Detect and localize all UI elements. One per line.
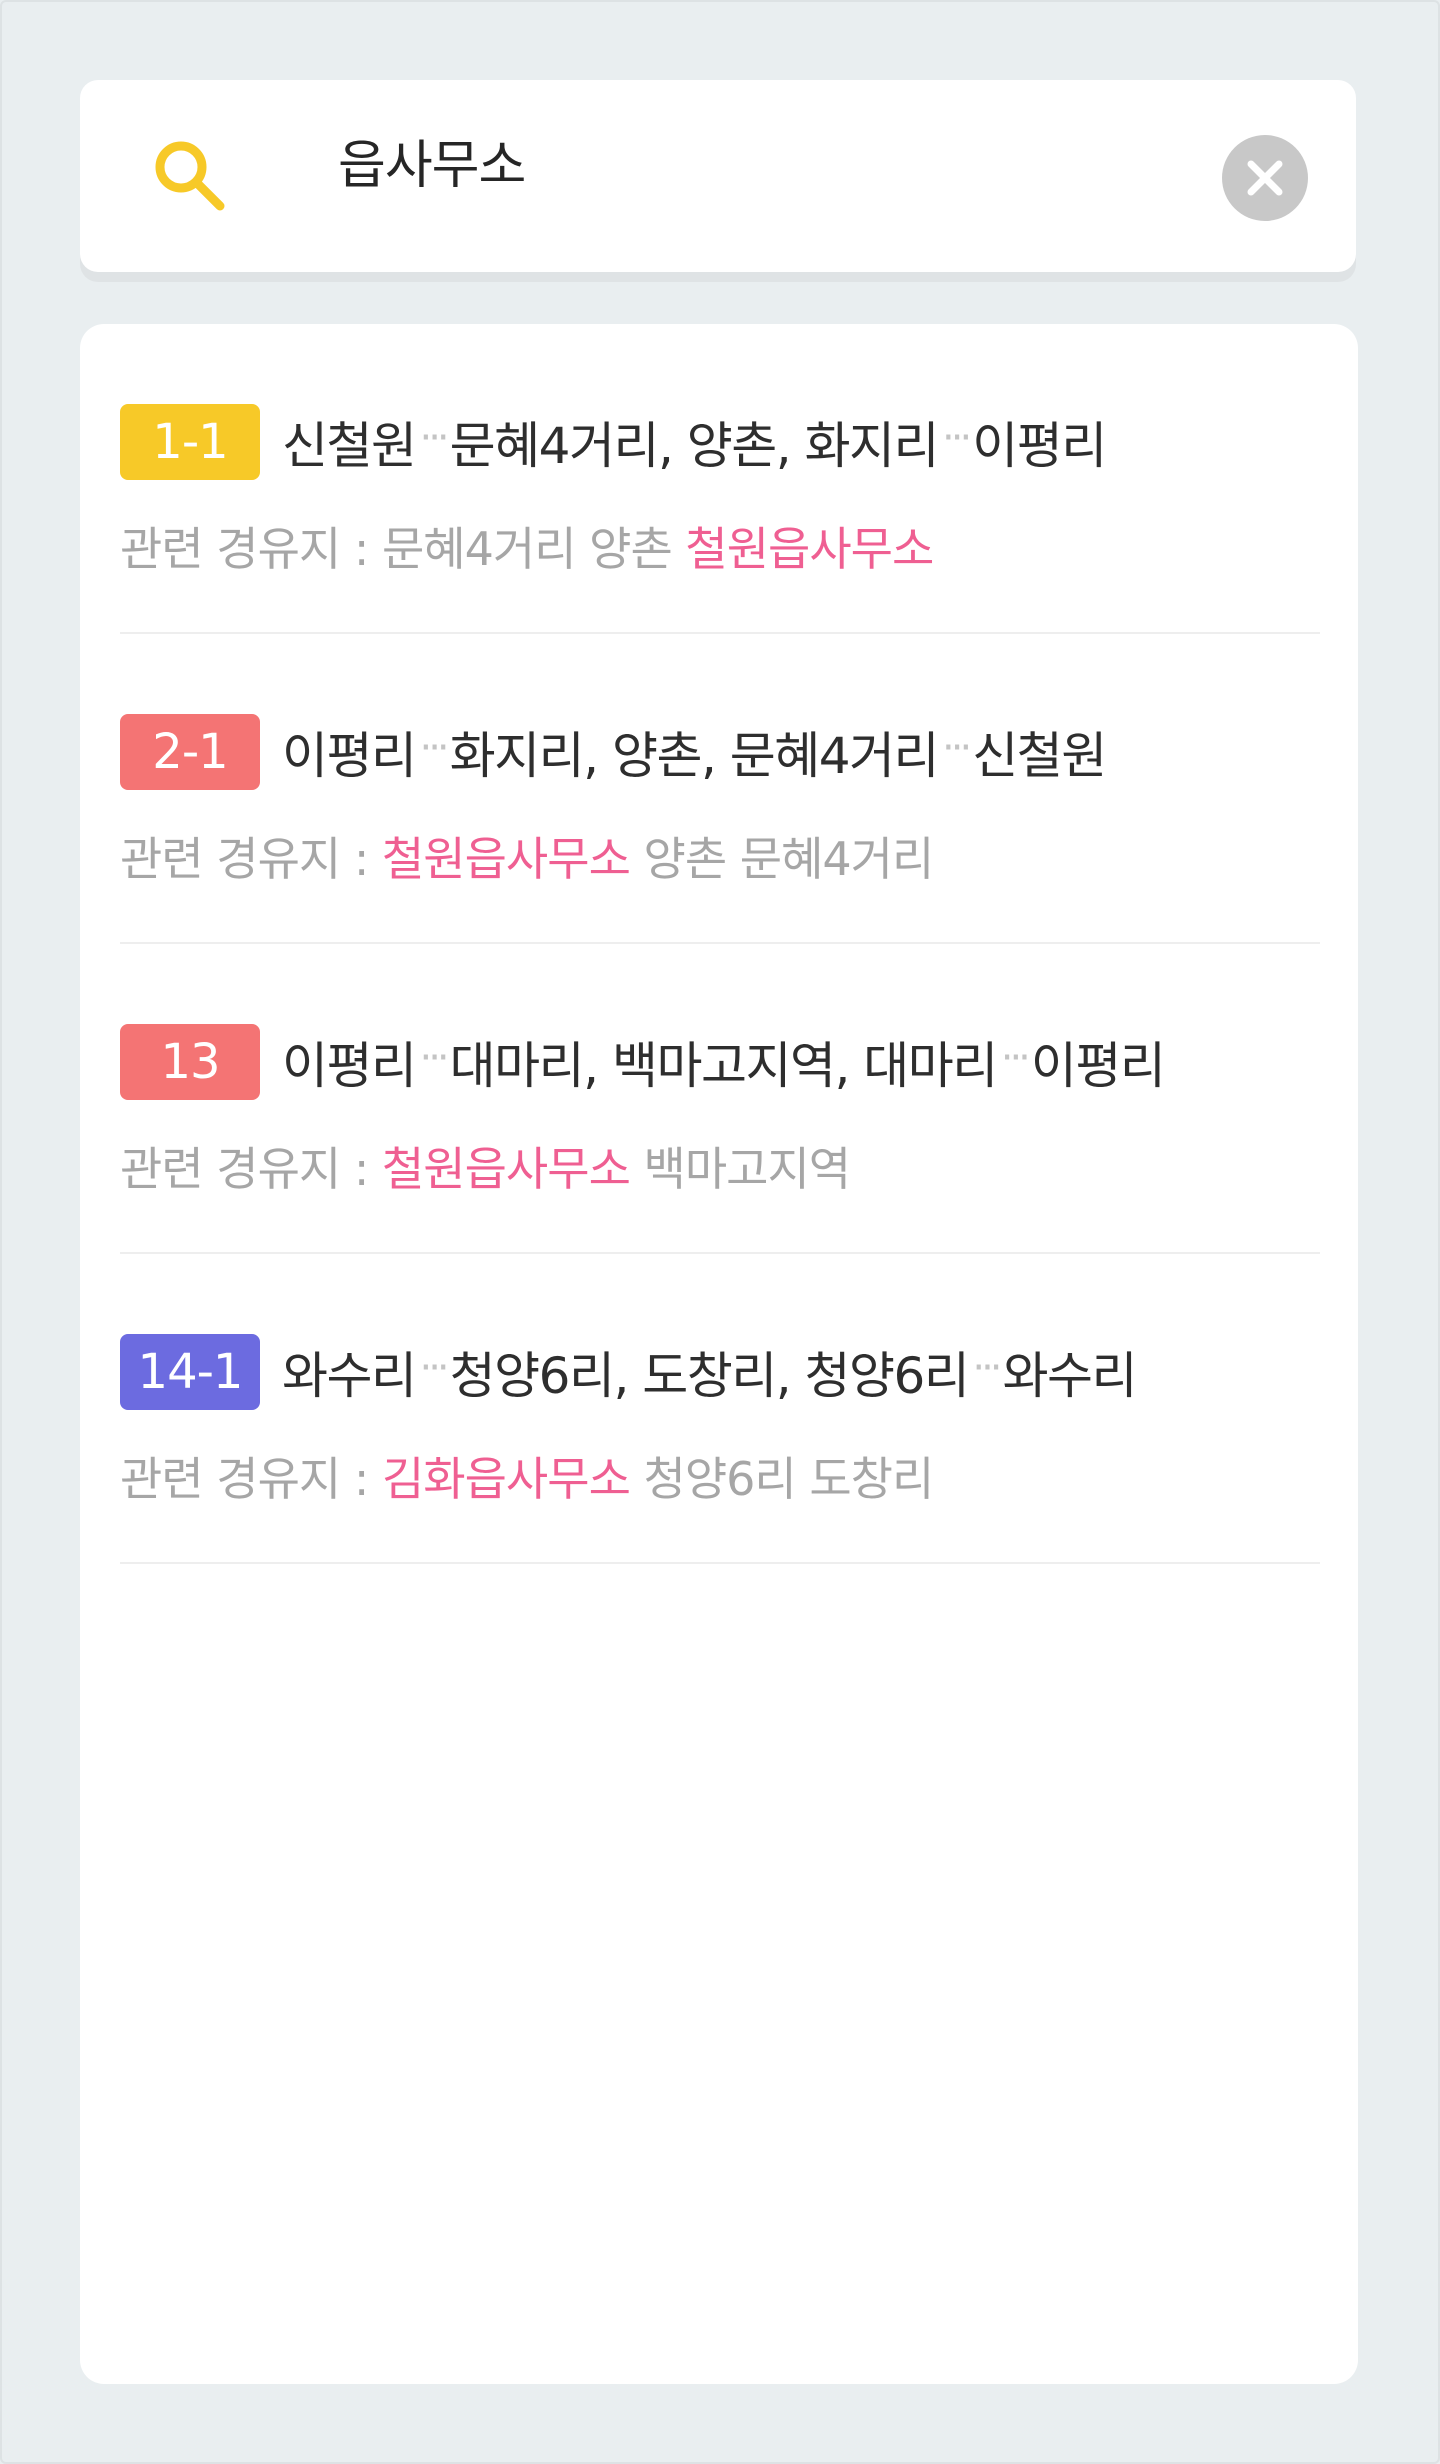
separator-dots: ···	[419, 415, 450, 461]
route-number-badge: 1-1	[120, 404, 260, 480]
route-via-stops: 대마리, 백마고지역, 대마리	[449, 1037, 999, 1095]
related-stops-label: 관련 경유지 :	[120, 522, 369, 576]
separator-dots: ···	[942, 725, 972, 771]
route-origin: 신철원	[282, 417, 417, 475]
route-destination: 신철원	[972, 727, 1107, 785]
search-icon	[155, 141, 225, 211]
related-stops-text: 문혜4거리 양촌	[381, 522, 673, 576]
search-bar[interactable]: 읍사무소	[80, 80, 1356, 272]
route-header: 14-1 와수리 ··· 청양6리, 도창리, 청양6리 ··· 와수리	[120, 1334, 1138, 1410]
related-stops-label: 관련 경유지 :	[120, 1452, 369, 1506]
related-stops-text: 청양6리 도창리	[643, 1452, 935, 1506]
route-number-badge: 2-1	[120, 714, 260, 790]
related-stops-label: 관련 경유지 :	[120, 1142, 369, 1196]
matched-stop-highlight: 김화읍사무소	[381, 1452, 631, 1506]
separator-dots: ···	[1000, 1035, 1031, 1081]
route-destination: 이평리	[1030, 1037, 1166, 1095]
related-stops-line: 관련 경유지 : 김화읍사무소 청양6리 도창리	[120, 1444, 935, 1514]
route-number-badge: 13	[120, 1024, 260, 1100]
related-stops-text: 양촌 문혜4거리	[643, 832, 935, 886]
related-stops-line: 관련 경유지 : 철원읍사무소 백마고지역	[120, 1134, 852, 1204]
related-stops-label: 관련 경유지 :	[120, 832, 369, 886]
route-via-stops: 문혜4거리, 양촌, 화지리	[449, 417, 940, 475]
route-via-stops: 청양6리, 도창리, 청양6리	[449, 1347, 970, 1405]
route-via-stops: 화지리, 양촌, 문혜4거리	[449, 727, 940, 785]
separator-dots: ···	[972, 1345, 1002, 1391]
route-number-badge: 14-1	[120, 1334, 260, 1410]
route-header: 2-1 이평리 ··· 화지리, 양촌, 문혜4거리 ··· 신철원	[120, 714, 1107, 790]
route-origin: 이평리	[282, 1037, 417, 1095]
route-origin: 와수리	[282, 1347, 417, 1405]
results-list: 1-1 신철원 ··· 문혜4거리, 양촌, 화지리 ··· 이평리 관련 경유…	[80, 324, 1358, 2384]
route-origin: 이평리	[282, 727, 417, 785]
matched-stop-highlight: 철원읍사무소	[381, 1142, 631, 1196]
route-destination: 와수리	[1002, 1347, 1138, 1405]
separator-dots: ···	[419, 1345, 450, 1391]
clear-search-button[interactable]	[1222, 135, 1308, 221]
separator-dots: ···	[419, 1035, 450, 1081]
route-destination: 이평리	[972, 417, 1107, 475]
separator-dots: ···	[942, 415, 972, 461]
related-stops-text: 백마고지역	[643, 1142, 852, 1196]
route-result-item[interactable]: 2-1 이평리 ··· 화지리, 양촌, 문혜4거리 ··· 신철원 관련 경유…	[120, 634, 1320, 944]
route-header: 13 이평리 ··· 대마리, 백마고지역, 대마리 ··· 이평리	[120, 1024, 1166, 1100]
route-result-item[interactable]: 1-1 신철원 ··· 문혜4거리, 양촌, 화지리 ··· 이평리 관련 경유…	[120, 324, 1320, 634]
matched-stop-highlight: 철원읍사무소	[381, 832, 631, 886]
search-input[interactable]: 읍사무소	[338, 110, 526, 222]
route-header: 1-1 신철원 ··· 문혜4거리, 양촌, 화지리 ··· 이평리	[120, 404, 1107, 480]
matched-stop-highlight: 철원읍사무소	[685, 522, 934, 576]
route-result-item[interactable]: 14-1 와수리 ··· 청양6리, 도창리, 청양6리 ··· 와수리 관련 …	[120, 1254, 1320, 1564]
related-stops-line: 관련 경유지 : 문혜4거리 양촌 철원읍사무소	[120, 514, 934, 584]
related-stops-line: 관련 경유지 : 철원읍사무소 양촌 문혜4거리	[120, 824, 935, 894]
separator-dots: ···	[419, 725, 450, 771]
close-icon	[1247, 160, 1283, 196]
route-result-item[interactable]: 13 이평리 ··· 대마리, 백마고지역, 대마리 ··· 이평리 관련 경유…	[120, 944, 1320, 1254]
